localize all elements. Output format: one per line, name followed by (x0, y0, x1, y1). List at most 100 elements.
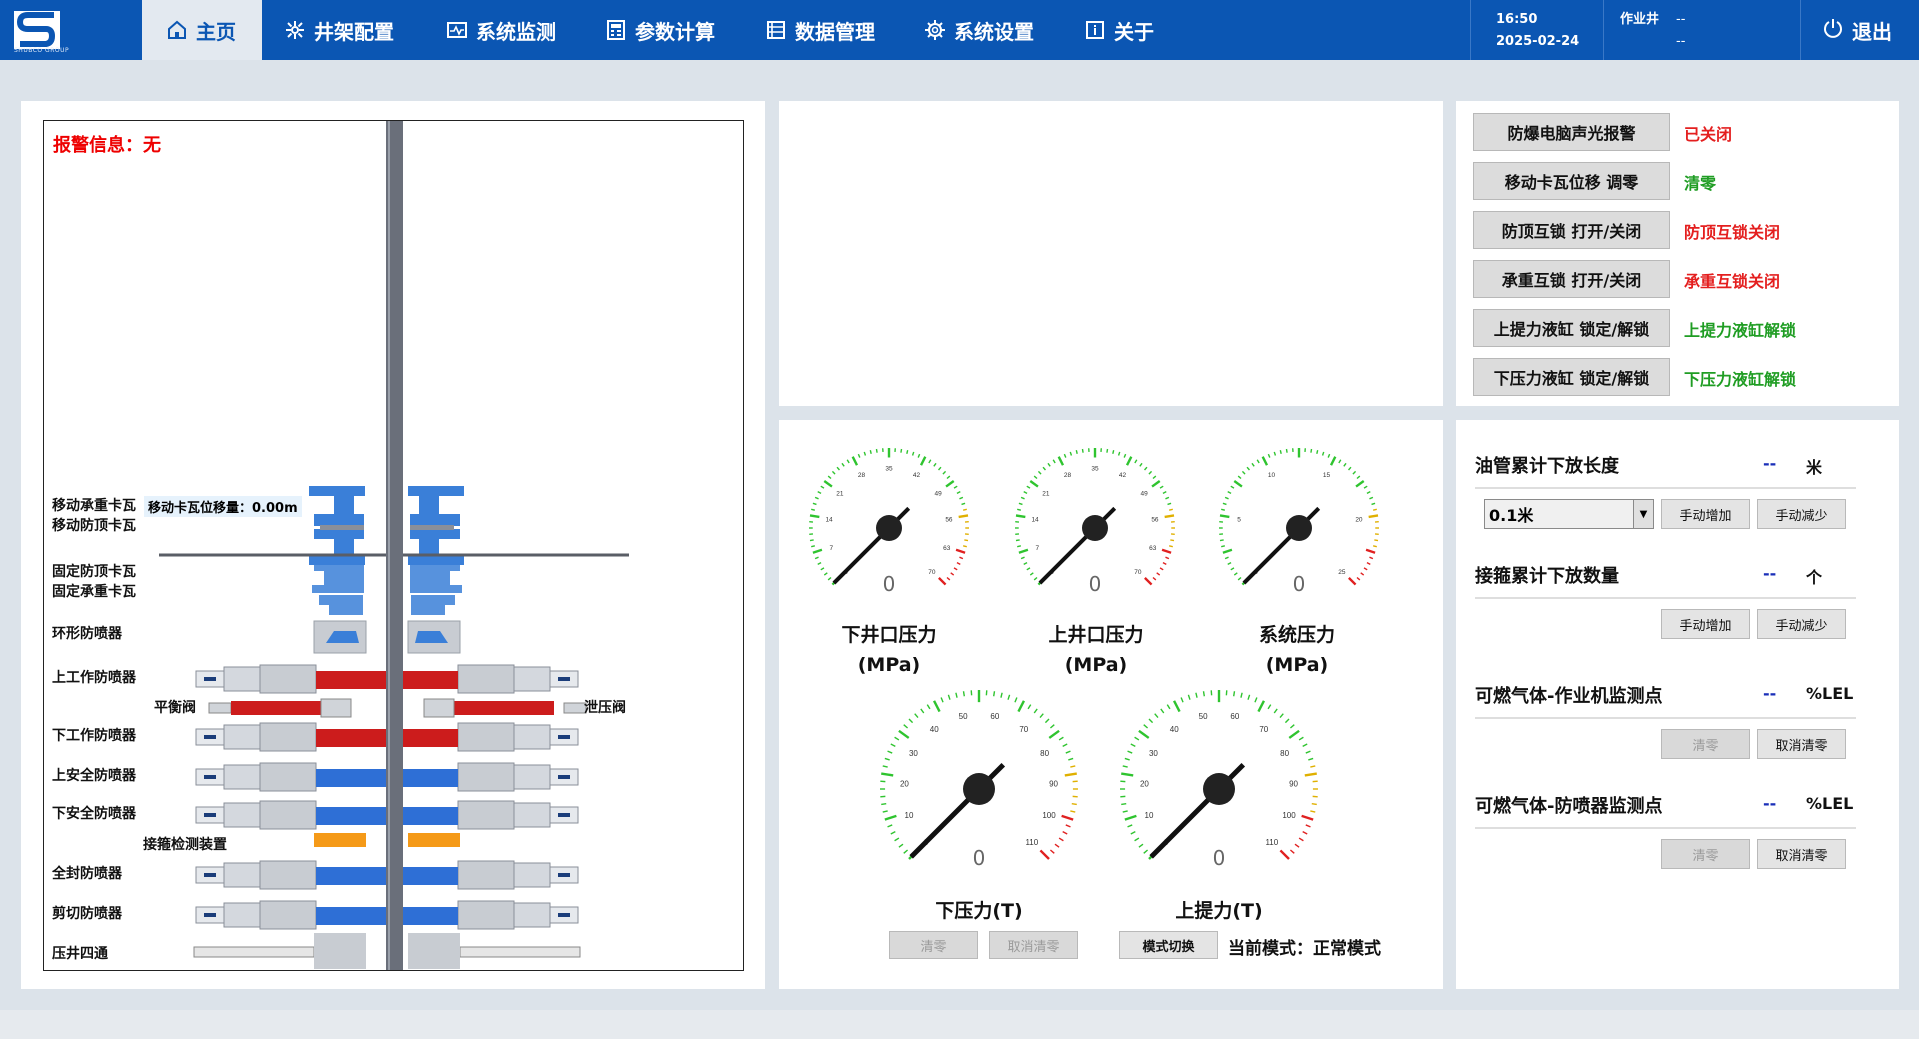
ram-part (204, 735, 216, 739)
nav-system-settings[interactable]: 系统设置 (924, 0, 1034, 60)
pull-cylinder-lock-button[interactable]: 上提力液缸 锁定/解锁 (1473, 309, 1670, 347)
divider (1603, 0, 1604, 60)
collar-manual-add-button[interactable]: 手动增加 (1661, 609, 1750, 639)
ram-part (403, 671, 458, 689)
well-value: -- (1676, 12, 1686, 27)
nav-system-monitor-label: 系统监测 (476, 19, 556, 44)
down-force-clear-button[interactable]: 清零 (889, 931, 978, 959)
exit-label: 退出 (1852, 19, 1892, 44)
gauge-pull-force-title: 上提力(T) (1175, 900, 1263, 922)
well-info: 作业井 -- -- (1620, 9, 1685, 53)
ram-part (316, 729, 386, 747)
mode-switch-button[interactable]: 模式切换 (1119, 931, 1218, 959)
gauge-lower-wellhead-value: 0 (882, 572, 896, 596)
ram-part (204, 873, 216, 877)
collar-count-value: -- (1763, 564, 1777, 583)
tubing-manual-add-button[interactable]: 手动增加 (1661, 499, 1750, 529)
calculator-icon (605, 19, 627, 41)
blank-panel (779, 101, 1443, 406)
bop-label-kill-cross: 压井四通 (52, 946, 108, 962)
ram-part (316, 671, 386, 689)
ram-part (223, 724, 261, 750)
gauge-down-force-title: 下压力(T) (935, 900, 1023, 922)
ram-part (457, 900, 515, 930)
gas-bop-value: -- (1763, 794, 1777, 813)
ram-part (558, 913, 570, 917)
ram-part (513, 802, 551, 828)
gas-rig-title: 可燃气体-作业机监测点 (1475, 686, 1663, 707)
well-label: 作业井 (1620, 12, 1660, 27)
slip-displacement-value: 0.00m (252, 501, 298, 516)
nav-param-calc[interactable]: 参数计算 (605, 0, 715, 60)
nav-system-monitor[interactable]: 系统监测 (446, 0, 556, 60)
gas-bop-clear-button[interactable]: 清零 (1661, 839, 1750, 869)
ram-part (204, 813, 216, 817)
nav-derrick-config[interactable]: 井架配置 (284, 0, 394, 60)
nav-about-label: 关于 (1114, 19, 1154, 44)
ram-part (513, 862, 551, 888)
push-cylinder-lock-status: 下压力液缸解锁 (1684, 370, 1797, 389)
info-icon (1084, 19, 1106, 41)
gauge-lower-wellhead-title: 下井口压力 (MPa) (809, 620, 969, 680)
nav-data-management-label: 数据管理 (795, 19, 875, 44)
down-force-cancel-clear-button[interactable]: 取消清零 (989, 931, 1078, 959)
current-time: 16:50 (1496, 12, 1538, 27)
divider (1475, 487, 1856, 489)
ram-part (513, 902, 551, 928)
top-navigation-bar: SHUBCO GROUP 主页 井架配置 系统监测 参数计算 数据管理 系统设置… (0, 0, 1919, 60)
gauge-upper-wellhead-value: 0 (1088, 572, 1102, 596)
ram-part (558, 677, 570, 681)
nav-about[interactable]: 关于 (1084, 0, 1154, 60)
gas-rig-value: -- (1763, 684, 1777, 703)
bop-stack-diagram: 报警信息：无 移动卡瓦位移量：0.00m 移动承重卡瓦 移动防顶卡瓦 固定防顶卡… (43, 120, 744, 971)
gauge-panel (779, 420, 1443, 989)
tubing-manual-sub-button[interactable]: 手动减少 (1757, 499, 1846, 529)
slip-zero-status: 清零 (1684, 174, 1717, 193)
ram-part (259, 722, 317, 752)
well-value-secondary: -- (1676, 34, 1686, 49)
nav-home[interactable]: 主页 (142, 0, 262, 60)
step-select[interactable]: 0.1米 ▼ (1484, 499, 1654, 529)
explosion-proof-alarm-status: 已关闭 (1684, 125, 1733, 144)
snub-interlock-status: 防顶互锁关闭 (1684, 223, 1781, 242)
gauge-pull-force-value: 0 (1212, 846, 1226, 870)
ram-part (403, 907, 458, 925)
ram-part (558, 873, 570, 877)
explosion-proof-alarm-button[interactable]: 防爆电脑声光报警 (1473, 113, 1670, 151)
bop-label-moving-load-slip: 移动承重卡瓦 (52, 498, 136, 514)
bop-label-blind-ram: 全封防喷器 (52, 866, 122, 882)
derrick-icon (284, 19, 306, 41)
chevron-down-icon[interactable]: ▼ (1633, 500, 1653, 528)
gauge-unit-text: (MPa) (1064, 654, 1128, 676)
logo-icon (14, 11, 60, 49)
gas-rig-clear-button[interactable]: 清零 (1661, 729, 1750, 759)
collar-manual-sub-button[interactable]: 手动减少 (1757, 609, 1846, 639)
ram-part (316, 769, 386, 787)
divider (1470, 0, 1471, 60)
gauge-title-text: 上井口压力 (1048, 624, 1144, 646)
gauge-unit-text: (MPa) (1265, 654, 1329, 676)
bop-label-shear-ram: 剪切防喷器 (52, 906, 122, 922)
load-interlock-button[interactable]: 承重互锁 打开/关闭 (1473, 260, 1670, 298)
ram-part (403, 769, 458, 787)
gauge-title-text: 下井口压力 (841, 624, 937, 646)
tubing-length-title: 油管累计下放长度 (1475, 456, 1619, 477)
ram-part (223, 802, 261, 828)
slip-zero-button[interactable]: 移动卡瓦位移 调零 (1473, 162, 1670, 200)
gas-bop-cancel-clear-button[interactable]: 取消清零 (1757, 839, 1846, 869)
gas-bop-title: 可燃气体-防喷器监测点 (1475, 796, 1663, 817)
gauge-title-text: 系统压力 (1258, 624, 1335, 646)
push-cylinder-lock-button[interactable]: 下压力液缸 锁定/解锁 (1473, 358, 1670, 396)
bop-label-upper-safety-ram: 上安全防喷器 (52, 768, 136, 784)
exit-button[interactable]: 退出 (1822, 0, 1892, 60)
snub-interlock-button[interactable]: 防顶互锁 打开/关闭 (1473, 211, 1670, 249)
ram-part (316, 867, 386, 885)
nav-data-management[interactable]: 数据管理 (765, 0, 875, 60)
collar-count-title: 接箍累计下放数量 (1475, 566, 1619, 587)
ram-part (204, 677, 216, 681)
gauge-unit-text: (MPa) (857, 654, 921, 676)
datetime-display: 16:50 2025-02-24 (1496, 9, 1579, 53)
ram-part (558, 813, 570, 817)
gas-rig-cancel-clear-button[interactable]: 取消清零 (1757, 729, 1846, 759)
load-interlock-status: 承重互锁关闭 (1684, 272, 1781, 291)
